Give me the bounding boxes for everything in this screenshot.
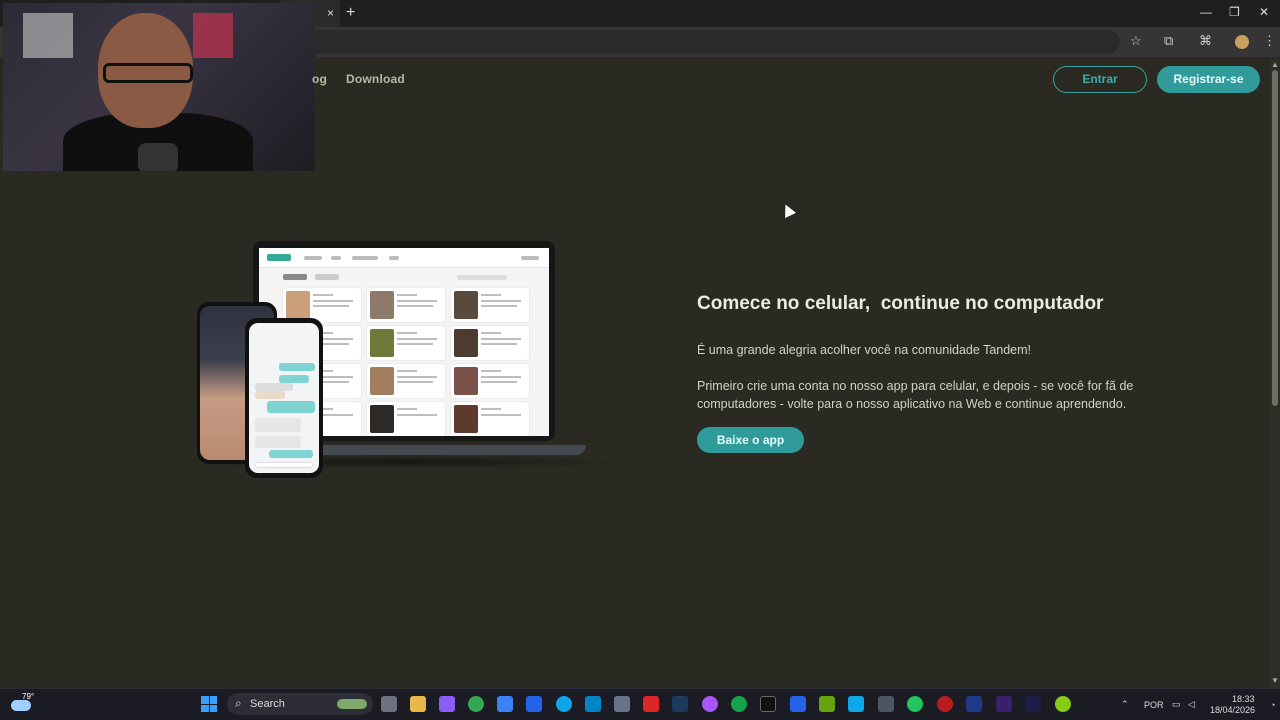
app-icon[interactable] xyxy=(937,696,953,712)
menu-line xyxy=(304,256,322,260)
app-icon[interactable] xyxy=(1055,696,1071,712)
profile-avatar[interactable] xyxy=(1235,35,1249,49)
chat-bubble xyxy=(255,383,293,391)
app-icon[interactable] xyxy=(907,696,923,712)
app-icon[interactable] xyxy=(614,696,630,712)
scroll-down-icon[interactable]: ▼ xyxy=(1271,676,1279,685)
mouse-cursor-icon xyxy=(780,202,796,218)
nav-blog-link[interactable]: og xyxy=(312,72,327,86)
app-icon[interactable] xyxy=(848,696,864,712)
media-encoder-icon[interactable] xyxy=(1025,696,1041,712)
close-window-button[interactable]: ✕ xyxy=(1259,5,1269,19)
search-label: Search xyxy=(250,698,285,710)
menu-line xyxy=(521,256,539,260)
chat-input xyxy=(255,462,313,468)
chat-bubble xyxy=(279,363,315,371)
app-icon[interactable] xyxy=(790,696,806,712)
app-icon[interactable] xyxy=(643,696,659,712)
weather-widget[interactable]: 79° xyxy=(11,692,35,714)
login-button[interactable]: Entrar xyxy=(1053,66,1147,93)
taskbar-search[interactable]: ⌕ Search xyxy=(227,693,373,715)
network-icon[interactable]: ▭ xyxy=(1172,699,1181,710)
microphone xyxy=(138,143,178,171)
app-icon[interactable] xyxy=(878,696,894,712)
profile-card xyxy=(367,288,445,322)
menu-line xyxy=(389,256,399,260)
task-view-icon[interactable] xyxy=(381,696,397,712)
search-field xyxy=(457,275,507,280)
laptop-app-topbar xyxy=(259,248,549,268)
steam-icon[interactable] xyxy=(672,696,688,712)
scrollbar-thumb[interactable] xyxy=(1272,70,1278,406)
download-app-button[interactable]: Baixe o app xyxy=(697,427,804,453)
search-highlight-image xyxy=(337,699,367,709)
app-icon[interactable] xyxy=(819,696,835,712)
profile-card xyxy=(451,402,529,436)
chat-bubble xyxy=(255,418,301,432)
profile-card xyxy=(367,402,445,436)
register-button[interactable]: Registrar-se xyxy=(1157,66,1260,93)
weather-temp: 79° xyxy=(22,692,35,701)
glasses xyxy=(103,63,193,83)
star-icon[interactable]: ☆ xyxy=(1130,33,1142,49)
epic-games-icon[interactable] xyxy=(760,696,776,712)
poster-image xyxy=(193,13,233,58)
photoshop-icon[interactable] xyxy=(966,696,982,712)
profile-card xyxy=(451,288,529,322)
app-icon[interactable] xyxy=(585,696,601,712)
chat-bubble xyxy=(269,450,313,458)
clock-date[interactable]: 18/04/2026 xyxy=(1210,705,1255,715)
outlook-icon[interactable] xyxy=(526,696,542,712)
tab-close-icon[interactable]: × xyxy=(327,6,334,20)
premiere-icon[interactable] xyxy=(996,696,1012,712)
windows-start-icon[interactable] xyxy=(201,696,217,712)
hero-title: Comece no celular, continue no computado… xyxy=(697,293,1104,314)
notification-icon[interactable]: ◔ xyxy=(1270,700,1275,710)
clock-time[interactable]: 18:33 xyxy=(1232,694,1255,704)
phone-chat-screen xyxy=(249,323,319,473)
chat-bubble xyxy=(255,391,285,399)
profile-card xyxy=(367,326,445,360)
windows-taskbar xyxy=(0,688,1280,720)
profile-card xyxy=(367,364,445,398)
restore-button[interactable]: ❐ xyxy=(1229,5,1240,19)
app-icon[interactable] xyxy=(702,696,718,712)
filter-chip xyxy=(283,274,307,280)
hero-description: Primeiro crie uma conta no nosso app par… xyxy=(697,379,1134,411)
chat-bubble xyxy=(279,375,309,383)
copilot-icon[interactable] xyxy=(439,696,455,712)
profile-card xyxy=(451,364,529,398)
file-explorer-icon[interactable] xyxy=(410,696,426,712)
extension-icon[interactable]: ⧉ xyxy=(1164,33,1173,49)
chat-bubble xyxy=(255,436,301,448)
filter-chip xyxy=(315,274,339,280)
chat-bubble xyxy=(267,401,315,413)
tray-chevron-icon[interactable]: ⌃ xyxy=(1121,699,1129,710)
minimize-button[interactable]: — xyxy=(1200,5,1212,19)
menu-icon[interactable]: ⋮ xyxy=(1263,33,1276,49)
menu-line xyxy=(352,256,378,260)
xbox-icon[interactable] xyxy=(731,696,747,712)
store-icon[interactable] xyxy=(497,696,513,712)
cloud-icon xyxy=(11,700,31,711)
volume-icon[interactable]: ◁ xyxy=(1188,699,1195,710)
tandem-logo-icon xyxy=(267,254,291,261)
profile-card xyxy=(451,326,529,360)
address-bar[interactable] xyxy=(300,30,1120,54)
scroll-up-icon[interactable]: ▲ xyxy=(1271,60,1279,69)
search-icon: ⌕ xyxy=(235,696,242,710)
hero-welcome-text: É uma grande alegria acolher você na com… xyxy=(697,343,1032,357)
puzzle-icon[interactable]: ⌘ xyxy=(1199,33,1212,49)
menu-line xyxy=(331,256,341,260)
app-icon[interactable] xyxy=(556,696,572,712)
profile-card xyxy=(283,288,361,322)
poster-image xyxy=(23,13,73,58)
webcam-overlay xyxy=(3,3,315,171)
chrome-icon[interactable] xyxy=(468,696,484,712)
new-tab-button[interactable]: + xyxy=(346,4,355,22)
nav-download-link[interactable]: Download xyxy=(346,72,405,86)
language-indicator[interactable]: POR xyxy=(1144,700,1164,710)
